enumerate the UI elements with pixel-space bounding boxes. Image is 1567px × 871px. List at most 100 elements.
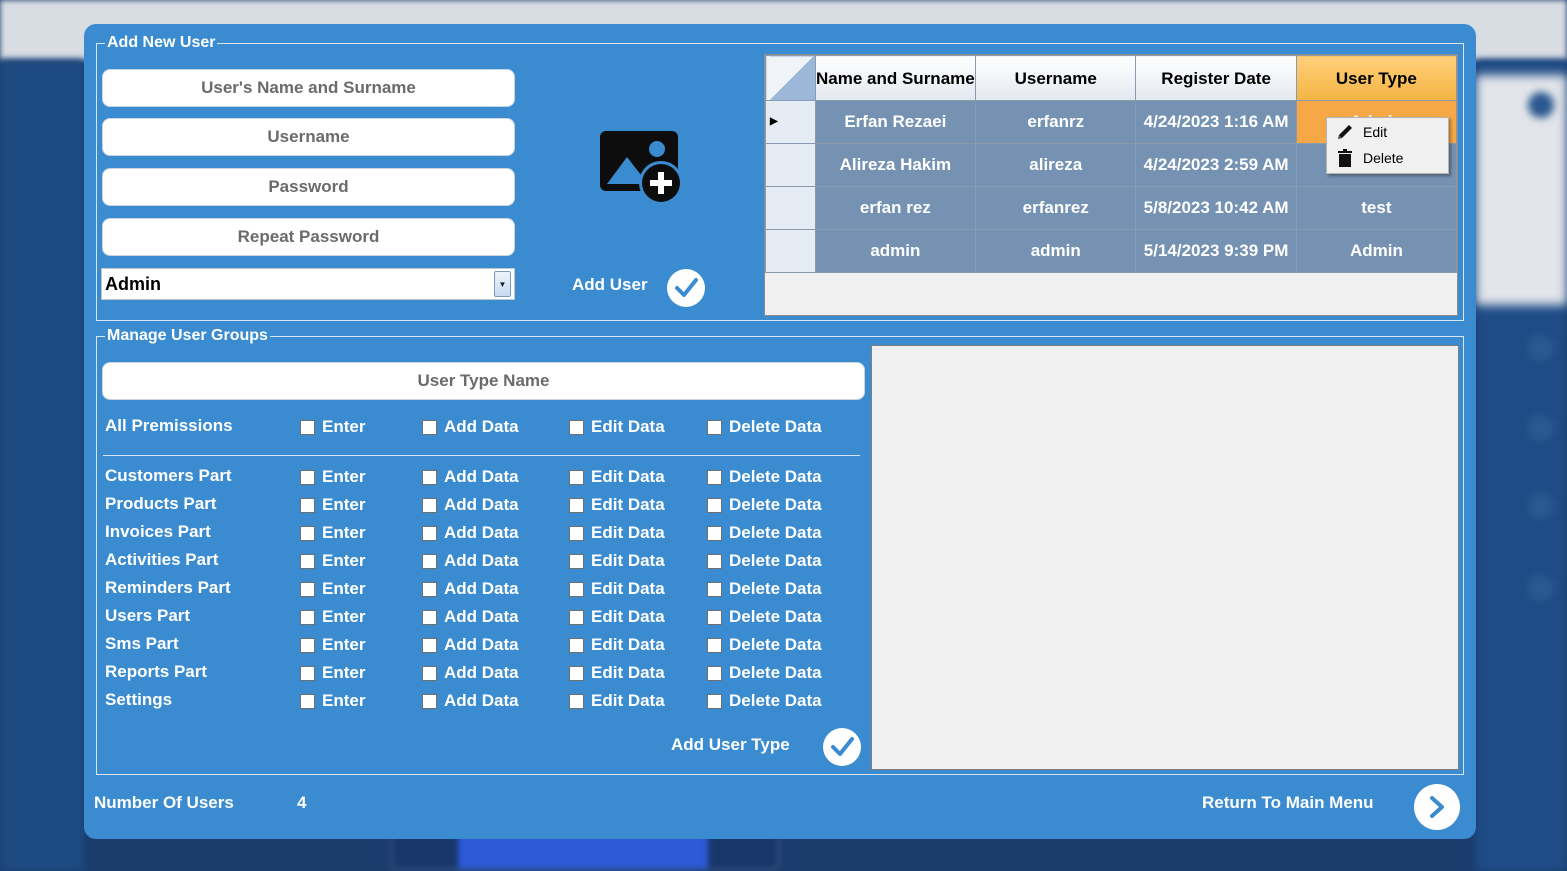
checkbox-enter[interactable]: Enter [300,523,365,543]
add-user-type-label: Add User Type [671,735,790,754]
return-main-menu-button[interactable] [1414,784,1460,830]
permission-row-label: Invoices Part [105,522,211,541]
check-icon [675,278,698,297]
column-header-user-type[interactable]: User Type [1295,55,1458,101]
checkbox-delete-data[interactable]: Delete Data [707,467,822,487]
cell-name[interactable]: Erfan Rezaei [814,100,977,144]
permission-row-label: Reminders Part [105,578,231,597]
checkbox-enter[interactable]: Enter [300,635,365,655]
permission-row-label: Customers Part [105,466,232,485]
checkbox-edit-data[interactable]: Edit Data [569,691,665,711]
checkbox-enter[interactable]: Enter [300,551,365,571]
checkbox-edit-data[interactable]: Edit Data [569,523,665,543]
checkbox-enter[interactable]: Enter [300,495,365,515]
context-menu: Edit Delete [1326,117,1449,174]
context-menu-delete[interactable]: Delete [1327,146,1448,170]
username-input[interactable]: Username [102,118,515,156]
permission-row: Invoices Part Enter Add Data Edit Data Delet… [105,522,845,546]
table-row[interactable]: erfan rez erfanrez 5/8/2023 10:42 AM tes… [765,186,1458,230]
background-icon [1528,335,1554,361]
checkbox-add-data[interactable]: Add Data [422,635,519,655]
name-surname-input[interactable]: User's Name and Surname [102,69,515,107]
add-user-button[interactable] [667,269,705,307]
checkbox-delete-data[interactable]: Delete Data [707,607,822,627]
cell-name[interactable]: erfan rez [814,186,977,230]
grid-corner[interactable] [765,55,816,101]
context-menu-edit-label: Edit [1363,124,1388,140]
checkbox-edit-data[interactable]: Edit Data [569,607,665,627]
checkbox-edit-data[interactable]: Edit Data [569,551,665,571]
checkbox-delete-data[interactable]: Delete Data [707,417,822,437]
permission-row-label: Sms Part [105,634,179,653]
checkbox-enter[interactable]: Enter [300,691,365,711]
row-header[interactable] [765,229,816,273]
chevron-down-icon[interactable]: ▼ [494,271,511,297]
checkbox-enter[interactable]: Enter [300,607,365,627]
users-grid[interactable]: Name and Surname Username Register Date … [764,54,1458,316]
checkbox-edit-data[interactable]: Edit Data [569,495,665,515]
checkbox-delete-data[interactable]: Delete Data [707,551,822,571]
user-type-selected: Admin [105,273,161,294]
permission-row: Reminders Part Enter Add Data Edit Data Dele… [105,578,845,602]
background-right-panel [1476,75,1567,305]
checkbox-delete-data[interactable]: Delete Data [707,635,822,655]
checkbox-add-data[interactable]: Add Data [422,579,519,599]
add-user-type-button[interactable] [823,728,861,766]
user-type-select[interactable]: Admin ▼ [101,268,515,300]
checkbox-delete-data[interactable]: Delete Data [707,523,822,543]
column-header-name[interactable]: Name and Surname [814,55,977,101]
checkbox-delete-data[interactable]: Delete Data [707,495,822,515]
add-photo-icon[interactable] [599,129,687,209]
user-type-name-input[interactable]: User Type Name [102,362,865,400]
pencil-icon [1327,123,1363,141]
cell-register-date[interactable]: 5/14/2023 9:39 PM [1135,229,1297,273]
checkbox-edit-data[interactable]: Edit Data [569,663,665,683]
row-header[interactable] [765,143,816,187]
checkbox-add-data[interactable]: Add Data [422,607,519,627]
checkbox-edit-data[interactable]: Edit Data [569,467,665,487]
checkbox-delete-data[interactable]: Delete Data [707,691,822,711]
checkbox-enter[interactable]: Enter [300,467,365,487]
checkbox-add-data[interactable]: Add Data [422,467,519,487]
cell-name[interactable]: Alireza Hakim [814,143,977,187]
background-icon [1528,575,1554,601]
checkbox-add-data[interactable]: Add Data [422,523,519,543]
checkbox-add-data[interactable]: Add Data [422,417,519,437]
column-header-register-date[interactable]: Register Date [1135,55,1297,101]
context-menu-edit[interactable]: Edit [1327,120,1448,144]
checkbox-edit-data[interactable]: Edit Data [569,579,665,599]
user-types-list[interactable] [871,345,1459,770]
cell-username[interactable]: alireza [975,143,1137,187]
checkbox-edit-data[interactable]: Edit Data [569,635,665,655]
background-icon [1528,92,1554,118]
checkbox-delete-data[interactable]: Delete Data [707,663,822,683]
row-header[interactable] [765,186,816,230]
user-groups-legend: Manage User Groups [105,327,270,345]
checkbox-add-data[interactable]: Add Data [422,551,519,571]
cell-register-date[interactable]: 4/24/2023 2:59 AM [1135,143,1297,187]
checkbox-add-data[interactable]: Add Data [422,663,519,683]
repeat-password-input[interactable]: Repeat Password [102,218,515,256]
checkbox-enter[interactable]: Enter [300,417,365,437]
checkbox-enter[interactable]: Enter [300,663,365,683]
cell-register-date[interactable]: 4/24/2023 1:16 AM [1135,100,1297,144]
checkbox-add-data[interactable]: Add Data [422,691,519,711]
table-row[interactable]: admin admin 5/14/2023 9:39 PM Admin [765,229,1458,273]
cell-register-date[interactable]: 5/8/2023 10:42 AM [1135,186,1297,230]
row-header[interactable]: ▶ [765,100,816,144]
checkbox-enter[interactable]: Enter [300,579,365,599]
permission-row: Customers Part Enter Add Data Edit Data Dele… [105,466,845,490]
cell-username[interactable]: erfanrz [975,100,1137,144]
users-dialog: Add New User User's Name and Surname Use… [84,24,1476,839]
cell-user-type[interactable]: test [1295,186,1458,230]
divider [103,455,860,456]
cell-username[interactable]: admin [975,229,1137,273]
column-header-username[interactable]: Username [975,55,1137,101]
cell-name[interactable]: admin [814,229,977,273]
checkbox-edit-data[interactable]: Edit Data [569,417,665,437]
cell-user-type[interactable]: Admin [1295,229,1458,273]
checkbox-add-data[interactable]: Add Data [422,495,519,515]
password-input[interactable]: Password [102,168,515,206]
cell-username[interactable]: erfanrez [975,186,1137,230]
checkbox-delete-data[interactable]: Delete Data [707,579,822,599]
